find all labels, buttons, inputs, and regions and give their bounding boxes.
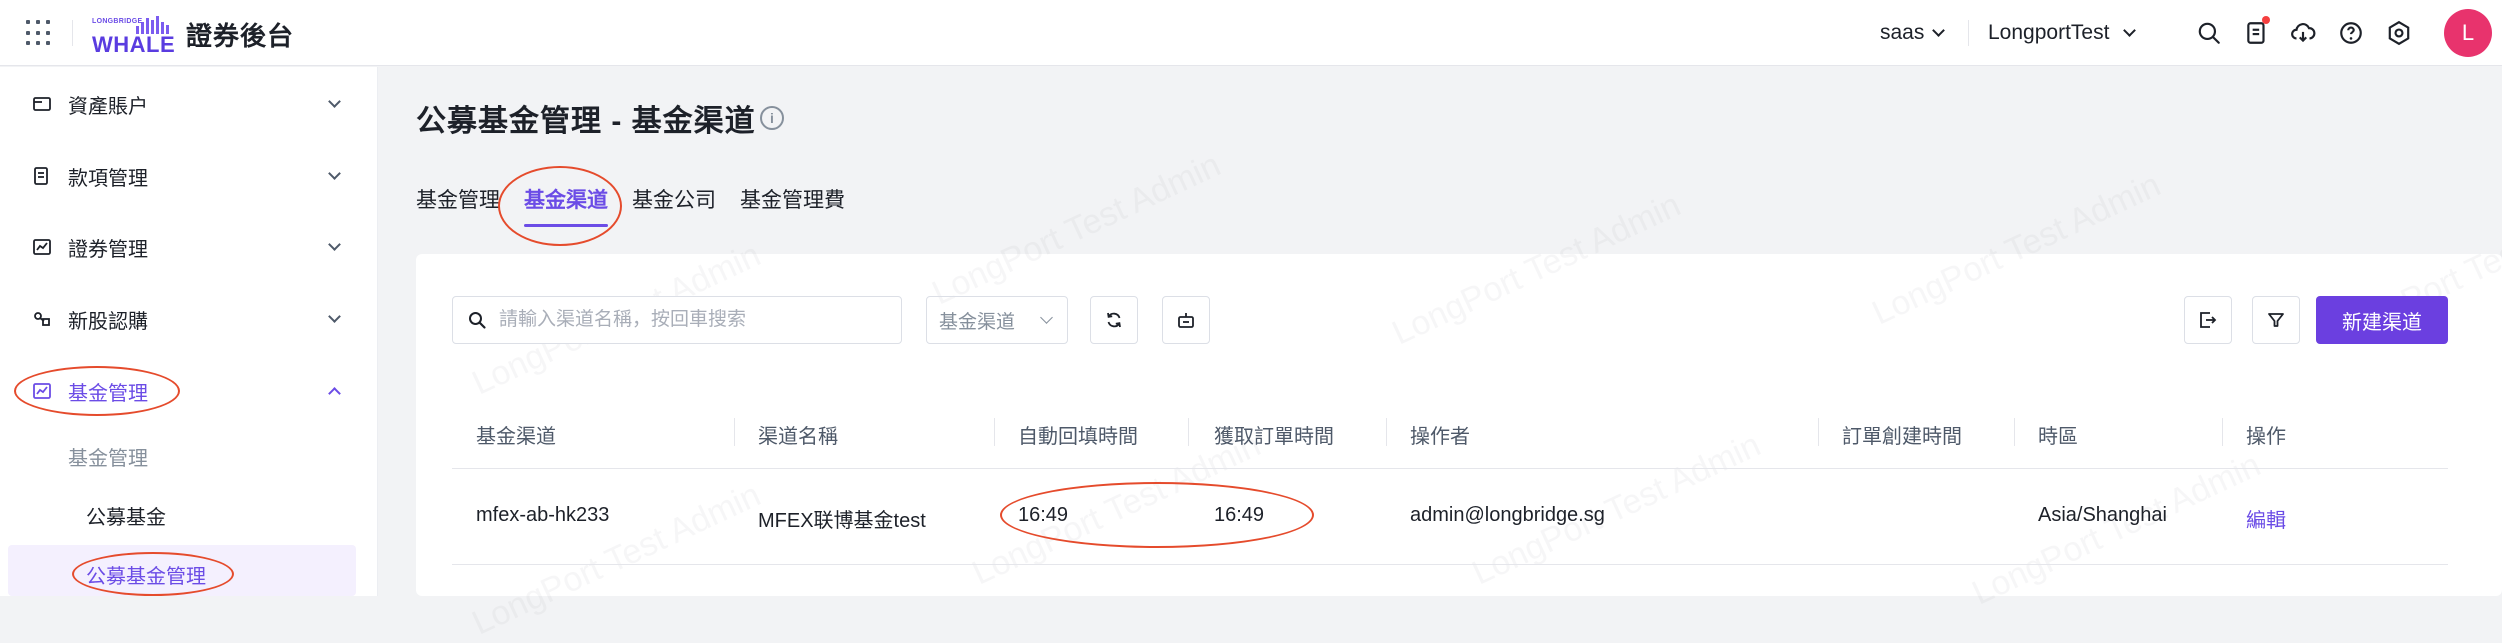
- sidebar-item-accounts[interactable]: 資產賬户: [0, 79, 378, 129]
- column-divider: [1188, 418, 1189, 446]
- table-header-divider: [452, 468, 2448, 469]
- wallet-icon: [33, 97, 51, 111]
- annotation-circle: [498, 166, 622, 246]
- column-header: 渠道名稱: [758, 426, 838, 448]
- column-divider: [994, 418, 995, 446]
- top-bar: LONGBRIDGE WHALE 證券後台 saas LongportTest …: [0, 0, 2502, 66]
- column-header: 操作: [2246, 426, 2286, 448]
- tab-fund-management-fee[interactable]: 基金管理費: [740, 184, 845, 214]
- avatar[interactable]: L: [2444, 9, 2492, 57]
- cell-channel-name: MFEX联博基金test: [758, 510, 926, 532]
- sidebar-item-label: 款項管理: [68, 167, 148, 190]
- robot-icon: [1178, 313, 1194, 328]
- annotation-circle: [14, 366, 180, 416]
- cell-operator: admin@longbridge.sg: [1410, 504, 1605, 526]
- sidebar-item-ipo[interactable]: 新股認購: [0, 294, 378, 344]
- logo-text: WHALE: [92, 32, 176, 57]
- cell-timezone: Asia/Shanghai: [2038, 504, 2167, 526]
- account-switcher[interactable]: LongportTest: [1988, 0, 2137, 66]
- help-icon[interactable]: [2338, 20, 2364, 46]
- env-label: saas: [1880, 21, 1925, 44]
- sidebar-item-label: 資產賬户: [68, 95, 148, 118]
- filter-icon: [2268, 313, 2284, 327]
- chevron-down-icon: [1932, 23, 1946, 37]
- document-icon: [34, 167, 48, 185]
- chevron-down-icon: [328, 237, 341, 251]
- annotation-circle: [72, 552, 234, 596]
- new-channel-button[interactable]: 新建渠道: [2316, 296, 2448, 344]
- sidebar-item-label: 新股認購: [68, 310, 148, 333]
- chevron-up-icon: [328, 386, 341, 400]
- sidebar-item-label: 證券管理: [68, 238, 148, 261]
- table-row-divider: [452, 564, 2448, 565]
- download-icon[interactable]: [2290, 20, 2316, 46]
- chevron-down-icon: [328, 166, 341, 180]
- chart-icon: [33, 239, 51, 255]
- column-header: 基金渠道: [476, 426, 556, 448]
- cell-channel: mfex-ab-hk233: [476, 504, 610, 526]
- channel-select[interactable]: 基金渠道: [926, 296, 1068, 344]
- chevron-down-icon: [1040, 311, 1053, 324]
- chevron-down-icon: [328, 94, 341, 108]
- search-icon: [469, 312, 486, 329]
- info-icon[interactable]: i: [760, 106, 784, 130]
- whale-logo: LONGBRIDGE WHALE: [90, 14, 175, 57]
- export-icon: [2200, 312, 2217, 328]
- column-header: 訂單創建時間: [1842, 426, 1962, 448]
- column-header: 操作者: [1410, 426, 1470, 448]
- search-icon[interactable]: [2196, 20, 2222, 46]
- app-grid-icon[interactable]: [26, 20, 52, 46]
- column-divider: [734, 418, 735, 446]
- edit-link[interactable]: 編輯: [2246, 504, 2286, 533]
- search-box[interactable]: [452, 296, 902, 344]
- channel-select-value: 基金渠道: [939, 311, 1016, 333]
- column-divider: [1818, 418, 1819, 446]
- sidebar-subgroup-title: 基金管理: [68, 448, 148, 470]
- chevron-down-icon: [2123, 23, 2137, 37]
- ipo-icon: [34, 312, 50, 326]
- sidebar: 資產賬户 款項管理 證券管理 新股認購 基金管理 基金管理 公募基金 公募基金管…: [0, 67, 378, 596]
- filter-button[interactable]: [2252, 296, 2300, 344]
- export-button[interactable]: [2184, 296, 2232, 344]
- annotation-circle: [1000, 482, 1314, 548]
- logo-small-text: LONGBRIDGE: [92, 18, 143, 25]
- refresh-button[interactable]: [1090, 296, 1138, 344]
- settings-icon[interactable]: [2386, 20, 2412, 46]
- column-header: 時區: [2038, 426, 2078, 448]
- sidebar-item-securities[interactable]: 證券管理: [0, 222, 378, 272]
- search-input[interactable]: [499, 297, 889, 343]
- column-header: 自動回填時間: [1018, 426, 1138, 448]
- column-divider: [2222, 418, 2223, 446]
- robot-button[interactable]: [1162, 296, 1210, 344]
- logo-divider: [72, 20, 73, 46]
- account-label: LongportTest: [1988, 21, 2110, 44]
- tab-fund-management[interactable]: 基金管理: [416, 184, 500, 214]
- column-divider: [1386, 418, 1387, 446]
- env-switcher[interactable]: saas: [1880, 0, 1946, 66]
- column-header: 獲取訂單時間: [1214, 426, 1334, 448]
- notification-dot: [2262, 16, 2270, 24]
- chevron-down-icon: [328, 309, 341, 323]
- app-title: 證券後台: [186, 21, 295, 51]
- topbar-divider: [1968, 20, 1969, 46]
- sidebar-item-payments[interactable]: 款項管理: [0, 151, 378, 201]
- page-title: 公募基金管理 - 基金渠道: [416, 105, 756, 138]
- tab-fund-company[interactable]: 基金公司: [632, 184, 716, 214]
- column-divider: [2014, 418, 2015, 446]
- sidebar-subitem-public-funds[interactable]: 公募基金: [86, 501, 166, 530]
- refresh-icon: [1107, 312, 1121, 328]
